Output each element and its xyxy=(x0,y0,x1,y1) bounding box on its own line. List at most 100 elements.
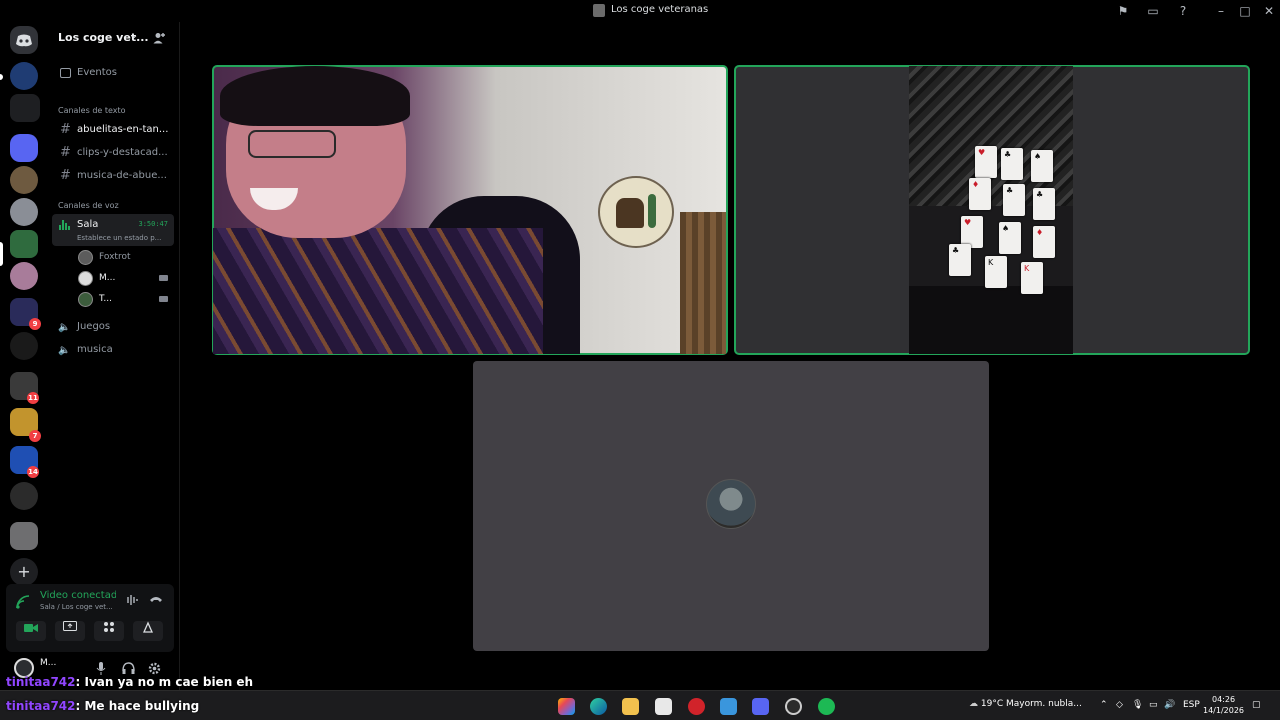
avatar xyxy=(78,250,93,265)
video-feed-cards: ♥ ♣ ♠ ♦ ♣ ♣ ♥ ♠ ♦ ♣ K K xyxy=(909,66,1073,354)
copilot-icon[interactable] xyxy=(558,698,575,715)
voice-member-t[interactable]: T... xyxy=(78,292,174,308)
chat-message: : Ivan ya no m cae bien eh xyxy=(75,675,254,689)
voice-member-foxtrot[interactable]: Foxtrot xyxy=(78,250,174,266)
server-avatar-1[interactable] xyxy=(10,166,38,194)
chat-username: tinitaa742 xyxy=(6,675,76,689)
window-title: Los coge veteranas xyxy=(611,4,709,15)
avatar xyxy=(78,292,93,307)
chat-username: tinitaa742 xyxy=(6,699,76,713)
video-scene-glasses xyxy=(248,130,336,158)
language-indicator[interactable]: ESP xyxy=(1183,700,1200,710)
minimize-button[interactable]: – xyxy=(1213,3,1229,19)
store-icon[interactable] xyxy=(655,698,672,715)
screen-share-button[interactable] xyxy=(55,621,85,641)
cloud-icon: ☁ xyxy=(969,699,978,709)
unread-badge: 9 xyxy=(29,318,41,330)
avatar xyxy=(78,271,93,286)
tray-chevron-icon[interactable]: ⌃ xyxy=(1100,700,1108,710)
server-avatar-5[interactable] xyxy=(10,332,38,360)
speaker-icon: 🔈 xyxy=(58,322,71,333)
video-scene-curtain xyxy=(680,212,726,354)
system-clock[interactable]: 04:26 14/1/2026 xyxy=(1203,694,1244,716)
spotify-icon[interactable] xyxy=(818,698,835,715)
opera-icon[interactable] xyxy=(688,698,705,715)
chevron-down-icon[interactable]: ⌄ xyxy=(130,30,138,41)
invite-people-icon[interactable] xyxy=(152,31,166,45)
participant-avatar[interactable] xyxy=(706,479,756,529)
activities-button[interactable] xyxy=(94,621,124,641)
voice-activity-icon xyxy=(59,220,71,230)
hash-icon: # xyxy=(60,122,71,137)
video-scene-person-hair xyxy=(220,66,410,126)
noise-suppression-icon[interactable] xyxy=(124,594,138,609)
inbox-icon[interactable]: ▭ xyxy=(1145,3,1161,19)
mail-icon[interactable] xyxy=(720,698,737,715)
channel-label: clips-y-destacad... xyxy=(77,147,168,158)
add-server-icon[interactable]: + xyxy=(10,558,38,586)
video-scene-tablecloth xyxy=(909,66,1073,206)
server-avatar-4[interactable] xyxy=(10,262,38,290)
voice-channel-label: Sala xyxy=(77,219,99,230)
weather-desc: Mayorm. nubla... xyxy=(1006,699,1082,709)
channel-label: musica-de-abue... xyxy=(77,170,167,181)
video-scene-wall-plate xyxy=(598,176,674,248)
text-channel-clips[interactable]: # clips-y-destacad... xyxy=(58,144,176,162)
weather-temp: 19°C xyxy=(980,699,1004,709)
discord-taskbar-icon[interactable] xyxy=(752,698,769,715)
notification-icon[interactable]: ▢ xyxy=(1252,700,1261,710)
disconnect-icon[interactable] xyxy=(149,594,163,607)
server-avatar-6[interactable] xyxy=(10,482,38,510)
category-voice-channels[interactable]: Canales de voz xyxy=(58,201,119,210)
server-folder[interactable] xyxy=(10,94,40,122)
category-text-channels[interactable]: Canales de texto xyxy=(58,106,126,115)
text-channel-musica[interactable]: # musica-de-abue... xyxy=(58,167,176,185)
server-avatar-2[interactable] xyxy=(10,198,38,226)
server-avatar-3[interactable] xyxy=(10,230,38,258)
channel-status[interactable]: Establece un estado p... xyxy=(77,234,161,242)
server-csgo-skins[interactable] xyxy=(10,62,38,90)
maximize-button[interactable]: □ xyxy=(1237,3,1253,19)
edge-icon[interactable] xyxy=(590,698,607,715)
voice-channel-sala[interactable]: Sala 3:50:47 Establece un estado p... xyxy=(52,214,174,246)
channel-label: abuelitas-en-tan... xyxy=(77,124,169,135)
help-icon[interactable]: ? xyxy=(1175,3,1191,19)
server-folder-blue[interactable] xyxy=(10,134,38,162)
soundboard-button[interactable] xyxy=(133,621,163,641)
close-button[interactable]: ✕ xyxy=(1261,3,1277,19)
chat-message: : Me hace bullying xyxy=(75,699,200,713)
chat-overlay-line: tinitaa742: Ivan ya no m cae bien eh xyxy=(6,675,253,689)
obs-icon[interactable] xyxy=(785,698,802,715)
unread-badge: 7 xyxy=(29,430,41,442)
connection-location[interactable]: Sala / Los coge vet... xyxy=(40,603,113,611)
chat-overlay-line: tinitaa742: Me hace bullying xyxy=(6,699,199,713)
app-window-icon xyxy=(593,4,605,17)
volume-icon[interactable]: 🔊 xyxy=(1164,700,1175,710)
voice-connection-panel: Video conectado Sala / Los coge vet... xyxy=(6,584,174,652)
member-name: T... xyxy=(99,294,113,304)
signal-icon[interactable] xyxy=(16,595,30,609)
channel-label: Juegos xyxy=(77,321,111,332)
member-name: Foxtrot xyxy=(99,252,131,262)
camera-button[interactable] xyxy=(16,621,46,641)
network-icon[interactable]: ▭ xyxy=(1149,700,1158,710)
clock-date: 14/1/2026 xyxy=(1203,706,1245,715)
user-name[interactable]: M... xyxy=(40,658,56,668)
camera-icon xyxy=(159,296,168,302)
unread-indicator xyxy=(0,74,3,80)
mic-tray-icon[interactable]: 🎙 xyxy=(1132,700,1143,710)
events-link[interactable]: Eventos xyxy=(77,67,117,78)
calendar-icon xyxy=(60,68,71,78)
weather-widget[interactable]: ☁ 19°C Mayorm. nubla... xyxy=(969,699,1082,709)
inbox-flag-icon[interactable]: ⚑ xyxy=(1115,3,1131,19)
connection-status: Video conectado xyxy=(40,590,116,601)
server-folder-6[interactable] xyxy=(10,522,38,550)
tray-app-icon[interactable]: ◇ xyxy=(1116,700,1123,710)
hash-icon: # xyxy=(60,145,71,160)
voice-member-m[interactable]: M... xyxy=(78,271,174,287)
selected-indicator xyxy=(0,242,3,266)
text-channel-abuelitas[interactable]: # abuelitas-en-tan... xyxy=(58,121,176,139)
file-explorer-icon[interactable] xyxy=(622,698,639,715)
discord-home-icon[interactable] xyxy=(10,26,38,54)
channel-label: musica xyxy=(77,344,113,355)
